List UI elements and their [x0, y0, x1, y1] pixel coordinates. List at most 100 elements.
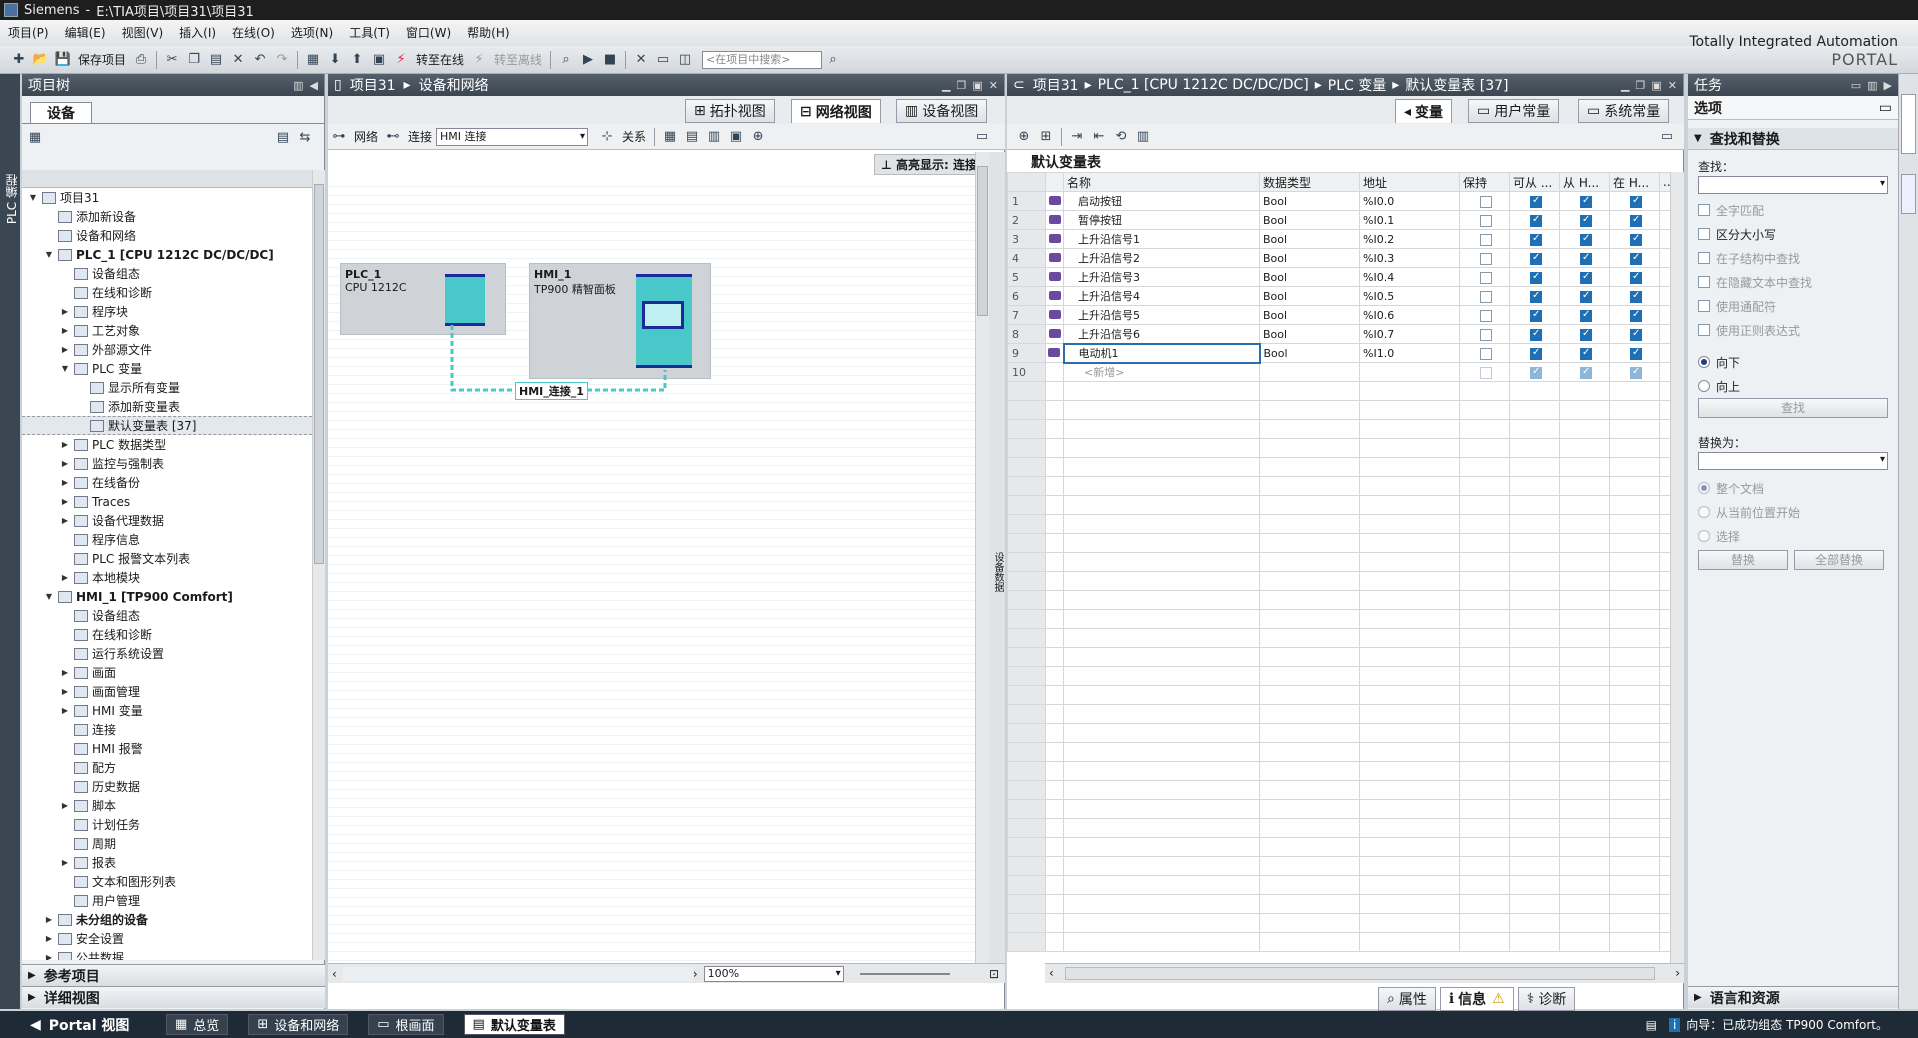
- float-icon[interactable]: ❐: [1636, 79, 1646, 92]
- tag-name-cell[interactable]: 电动机1: [1062, 342, 1261, 364]
- pin-icon[interactable]: ▥: [293, 79, 303, 92]
- find-input[interactable]: [1698, 176, 1888, 194]
- writable-cell[interactable]: [1559, 362, 1610, 382]
- collapsed-arrow-icon[interactable]: ▶: [60, 478, 70, 487]
- breadcrumb-plc[interactable]: PLC_1 [CPU 1212C DC/DC/DC]: [1098, 77, 1309, 93]
- checkbox[interactable]: [1580, 328, 1592, 341]
- checkbox[interactable]: [1580, 347, 1592, 360]
- restore-icon[interactable]: ▭: [1851, 79, 1861, 92]
- accessible-devices-icon[interactable]: ⌕: [557, 51, 575, 69]
- tree-item[interactable]: ▶ 监控与强制表: [22, 454, 312, 473]
- tree-item[interactable]: 设备组态: [22, 606, 312, 625]
- visible-cell[interactable]: [1609, 343, 1660, 363]
- tag-address-cell[interactable]: [1359, 362, 1460, 382]
- checkbox[interactable]: [1630, 347, 1642, 360]
- col-retain[interactable]: 保持: [1459, 172, 1510, 192]
- collapsed-arrow-icon[interactable]: ▶: [60, 307, 70, 316]
- checkbox[interactable]: [1480, 290, 1492, 303]
- redo-icon[interactable]: ↷: [273, 51, 291, 69]
- new-project-icon[interactable]: ✚: [10, 51, 28, 69]
- tree-item[interactable]: 添加新变量表: [22, 397, 312, 416]
- tag-name-cell[interactable]: 上升沿信号1: [1063, 229, 1260, 249]
- connection-type-select[interactable]: HMI 连接: [436, 127, 589, 146]
- accessible-cell[interactable]: [1509, 362, 1560, 382]
- undo-icon[interactable]: ↶: [251, 51, 269, 69]
- paste-icon[interactable]: ▤: [207, 51, 225, 69]
- scope-selection[interactable]: 选择: [1688, 524, 1898, 548]
- collapsed-arrow-icon[interactable]: ▶: [60, 573, 70, 582]
- tree-item[interactable]: ▶ 程序块: [22, 302, 312, 321]
- tree-item[interactable]: HMI 报警: [22, 739, 312, 758]
- zoom-icon[interactable]: ⊕: [749, 128, 767, 146]
- retain-cell[interactable]: [1459, 210, 1510, 230]
- breadcrumb-plc-tags[interactable]: PLC 变量: [1328, 75, 1386, 95]
- cross-reference-icon[interactable]: ✕: [632, 51, 650, 69]
- tag-type-cell[interactable]: Bool: [1259, 210, 1360, 230]
- tag-type-cell[interactable]: Bool: [1259, 191, 1360, 211]
- checkbox[interactable]: [1480, 309, 1492, 322]
- accessible-cell[interactable]: [1509, 286, 1560, 306]
- collapsed-arrow-icon[interactable]: ▶: [60, 858, 70, 867]
- replace-input[interactable]: [1698, 452, 1888, 470]
- collapsed-arrow-icon[interactable]: ▶: [60, 687, 70, 696]
- col-name[interactable]: 名称: [1063, 172, 1260, 192]
- retain-cell[interactable]: [1459, 286, 1510, 306]
- tree-item[interactable]: ▶ 安全设置: [22, 929, 312, 948]
- tag-name-cell[interactable]: 上升沿信号6: [1063, 324, 1260, 344]
- writable-cell[interactable]: [1559, 305, 1610, 325]
- checkbox[interactable]: [1530, 309, 1542, 322]
- portal-view-button[interactable]: ◀ Portal 视图: [0, 1015, 160, 1035]
- hmi-connection-line[interactable]: [328, 178, 975, 438]
- navigator-icon[interactable]: ⊡: [989, 967, 999, 981]
- print-icon[interactable]: ⎙: [132, 51, 150, 69]
- net-settings-icon[interactable]: ▭: [973, 128, 991, 146]
- zoom-slider[interactable]: [859, 972, 950, 975]
- checkbox[interactable]: [1630, 195, 1642, 208]
- tree-item[interactable]: ▼ HMI_1 [TP900 Comfort]: [22, 587, 312, 606]
- taskbar-root-screen[interactable]: ▭ 根画面: [368, 1014, 444, 1035]
- visible-cell[interactable]: [1609, 191, 1660, 211]
- relation-button[interactable]: 关系: [622, 128, 646, 145]
- visible-cell[interactable]: [1609, 210, 1660, 230]
- add-new-row[interactable]: 10 <新增>: [1007, 362, 1684, 382]
- tag-address-cell[interactable]: %I1.0: [1359, 343, 1460, 363]
- go-online-button[interactable]: 转至在线: [416, 51, 464, 68]
- tree-tool-icon[interactable]: ▦: [26, 128, 44, 146]
- go-offline-button[interactable]: 转至离线: [494, 51, 542, 68]
- device-data-strip[interactable]: 设备数据: [989, 152, 1005, 963]
- reference-projects-bar[interactable]: ▶ 参考项目: [22, 964, 325, 986]
- close-icon[interactable]: ✕: [989, 79, 998, 92]
- direction-down[interactable]: 向下: [1688, 350, 1898, 374]
- tag-name-cell[interactable]: 上升沿信号5: [1063, 305, 1260, 325]
- grid-vscroll[interactable]: [1670, 172, 1684, 963]
- accessible-cell[interactable]: [1509, 191, 1560, 211]
- checkbox[interactable]: [1630, 366, 1642, 379]
- writable-cell[interactable]: [1559, 229, 1610, 249]
- checkbox[interactable]: [1580, 271, 1592, 284]
- checkbox[interactable]: [1480, 233, 1492, 246]
- tree-refresh-icon[interactable]: ⇆: [296, 128, 314, 146]
- collapse-right-icon[interactable]: ▶: [1884, 79, 1892, 92]
- tab-tags[interactable]: ◂ 变量: [1395, 99, 1453, 123]
- tab-system-constants[interactable]: ▭ 系统常量: [1578, 99, 1670, 123]
- connect-mode-button[interactable]: 连接: [408, 128, 432, 145]
- retain-cell[interactable]: [1459, 343, 1510, 363]
- checkbox[interactable]: [1580, 214, 1592, 227]
- table-row[interactable]: 9 电动机1 Bool %I1.0: [1007, 342, 1684, 364]
- table-row[interactable]: 3 上升沿信号1 Bool %I0.2: [1007, 229, 1684, 249]
- retain-cell[interactable]: [1459, 248, 1510, 268]
- table-row[interactable]: 7 上升沿信号5 Bool %I0.6: [1007, 305, 1684, 325]
- checkbox[interactable]: [1530, 252, 1542, 265]
- tree-item[interactable]: ▶ 画面管理: [22, 682, 312, 701]
- split-vertical-icon[interactable]: ◫: [676, 51, 694, 69]
- table-row[interactable]: 4 上升沿信号2 Bool %I0.3: [1007, 248, 1684, 268]
- tag-name-cell[interactable]: 启动按钮: [1063, 191, 1260, 211]
- writable-cell[interactable]: [1559, 286, 1610, 306]
- tree-item[interactable]: PLC 报警文本列表: [22, 549, 312, 568]
- visible-cell[interactable]: [1609, 305, 1660, 325]
- tag-address-cell[interactable]: %I0.3: [1359, 248, 1460, 268]
- writable-cell[interactable]: [1559, 210, 1610, 230]
- replace-button[interactable]: 替换: [1698, 550, 1788, 570]
- expanded-arrow-icon[interactable]: ▼: [60, 364, 70, 373]
- scroll-left-icon[interactable]: ‹: [1049, 966, 1054, 980]
